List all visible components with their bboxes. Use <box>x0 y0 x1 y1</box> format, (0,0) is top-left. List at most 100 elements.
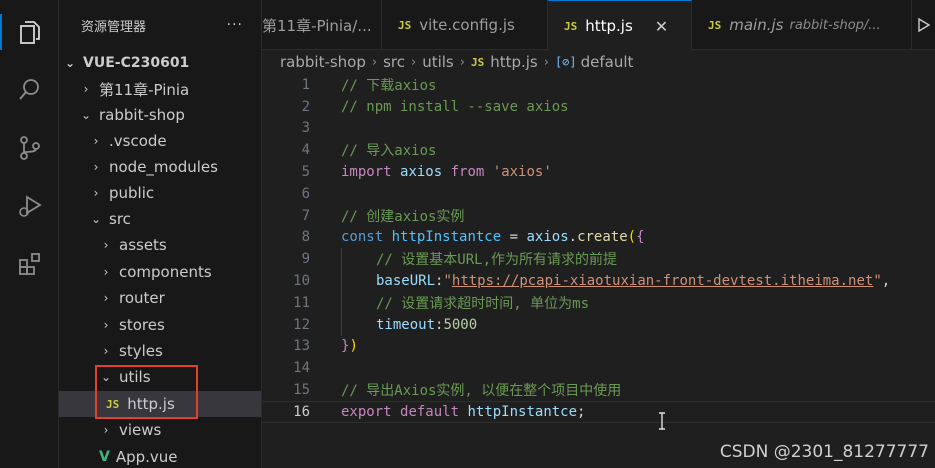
source-control-icon <box>19 136 40 160</box>
run-debug-button[interactable] <box>0 182 59 230</box>
line-number: 12 <box>293 316 310 333</box>
line-number: 15 <box>293 382 310 399</box>
breadcrumb-item[interactable]: src <box>383 53 405 71</box>
workspace-root[interactable]: ⌄ VUE-C230601 <box>59 50 261 76</box>
tree-item-assets[interactable]: › assets <box>59 232 261 258</box>
tab-pinia[interactable]: 第11章-Pinia/... <box>262 0 382 50</box>
tree-item-stores[interactable]: › stores <box>59 312 261 338</box>
chevron-right-icon: › <box>93 134 99 148</box>
tab-label: vite.config.js <box>419 16 515 34</box>
extensions-button[interactable] <box>0 240 59 288</box>
tab-label: http.js <box>585 17 633 35</box>
code-text: // 导出Axios实例, 以便在整个项目中使用 <box>341 383 622 400</box>
code-line: 7 // 创建axios实例 <box>262 205 935 227</box>
code-text: // 导入axios <box>341 143 437 160</box>
code-line: 1 // 下载axios <box>262 74 935 96</box>
breadcrumb-item[interactable]: http.js <box>490 53 538 71</box>
breadcrumb: rabbit-shop › src › utils › JS http.js ›… <box>262 50 935 74</box>
code-line: 14 <box>262 357 935 379</box>
code-text: }) <box>341 338 358 355</box>
breadcrumb-item[interactable]: default <box>581 53 634 71</box>
tree-item-src[interactable]: ⌄ src <box>59 206 261 232</box>
line-number: 5 <box>301 164 310 181</box>
more-actions-icon[interactable]: ··· <box>227 17 243 33</box>
tree-item-label: views <box>119 421 162 439</box>
line-number: 7 <box>301 207 310 224</box>
tree-item-views[interactable]: › views <box>59 417 261 443</box>
tree-item-label: router <box>119 289 165 307</box>
tree-item-rabbit-shop[interactable]: ⌄ rabbit-shop <box>59 102 261 128</box>
line-number: 4 <box>301 142 310 159</box>
chevron-down-icon: ⌄ <box>90 212 102 226</box>
chevron-down-icon: ⌄ <box>64 56 76 70</box>
line-number: 10 <box>293 273 310 290</box>
code-line: 15 // 导出Axios实例, 以便在整个项目中使用 <box>262 379 935 401</box>
indent-guide <box>341 248 342 271</box>
annotation-highlight-box <box>95 365 198 419</box>
run-debug-icon <box>18 195 42 217</box>
text-cursor-icon <box>659 412 665 430</box>
js-file-icon: JS <box>398 18 412 32</box>
tree-item-label: components <box>119 263 212 281</box>
tree-item-pinia[interactable]: › 第11章-Pinia <box>59 76 261 102</box>
code-line: 6 <box>262 183 935 205</box>
chevron-right-icon: › <box>93 160 99 174</box>
vue-file-icon: V <box>99 449 110 465</box>
tree-item-public[interactable]: › public <box>59 180 261 206</box>
tree-item-styles[interactable]: › styles <box>59 338 261 364</box>
js-file-icon: JS <box>708 18 722 32</box>
indent-guide <box>341 313 342 336</box>
run-button[interactable] <box>912 0 935 50</box>
tab-main-js[interactable]: JS main.js rabbit-shop/... <box>692 0 912 50</box>
chevron-right-icon: › <box>103 291 109 305</box>
indent-guide <box>341 270 342 292</box>
workspace-root-label: VUE-C230601 <box>83 55 190 71</box>
tab-label: 第11章-Pinia/... <box>262 16 372 35</box>
chevron-right-icon: › <box>371 54 378 70</box>
indent-guide <box>341 292 342 314</box>
line-number: 13 <box>293 338 310 355</box>
tree-item-label: .vscode <box>109 132 167 150</box>
tree-item-components[interactable]: › components <box>59 259 261 285</box>
breadcrumb-item[interactable]: utils <box>422 53 454 71</box>
close-icon[interactable]: ✕ <box>655 17 668 36</box>
tree-item-label: public <box>109 184 155 202</box>
tree-item-router[interactable]: › router <box>59 285 261 311</box>
source-control-button[interactable] <box>0 124 59 172</box>
tree-item-vscode[interactable]: › .vscode <box>59 128 261 154</box>
code-line: 11 // 设置请求超时时间, 单位为ms <box>262 292 935 314</box>
code-editor[interactable]: 1 // 下载axios 2 // npm install --save axi… <box>262 74 935 468</box>
line-number: 1 <box>301 76 310 93</box>
activity-bar <box>0 0 59 468</box>
js-file-icon: JS <box>470 55 485 69</box>
code-text: timeout:5000 <box>376 316 478 333</box>
chevron-right-icon: › <box>93 186 99 200</box>
code-text: import axios from 'axios' <box>341 164 552 181</box>
chevron-right-icon: › <box>103 318 109 332</box>
tree-item-label: styles <box>119 342 163 360</box>
breadcrumb-item[interactable]: rabbit-shop <box>280 53 366 71</box>
run-icon <box>918 17 931 33</box>
code-line: 5 import axios from 'axios' <box>262 161 935 183</box>
code-text: // 下载axios <box>341 77 437 94</box>
search-button[interactable] <box>0 66 59 114</box>
code-line: 13 }) <box>262 336 935 358</box>
code-line: 8 const httpInstantce = axios.create({ <box>262 227 935 249</box>
explorer-button[interactable] <box>0 8 59 56</box>
code-line: 4 // 导入axios <box>262 139 935 161</box>
code-line: 12 timeout:5000 <box>262 313 935 336</box>
watermark: CSDN @2301_81277777 <box>719 442 929 462</box>
tab-http-js[interactable]: JS http.js ✕ <box>548 0 692 51</box>
extensions-icon <box>18 253 40 275</box>
tab-vite-config[interactable]: JS vite.config.js <box>382 0 548 50</box>
tree-item-label: assets <box>119 236 167 254</box>
js-file-icon: JS <box>564 19 578 33</box>
chevron-right-icon: › <box>411 54 417 70</box>
tree-item-app-vue[interactable]: V App.vue <box>59 444 261 468</box>
code-line: 9 // 设置基本URL,作为所有请求的前提 <box>262 248 935 271</box>
chevron-right-icon: › <box>103 344 109 358</box>
code-text: // 设置请求超时时间, 单位为ms <box>376 295 590 312</box>
line-number: 9 <box>301 251 310 268</box>
tree-item-node-modules[interactable]: › node_modules <box>59 154 261 180</box>
search-icon <box>18 79 39 100</box>
